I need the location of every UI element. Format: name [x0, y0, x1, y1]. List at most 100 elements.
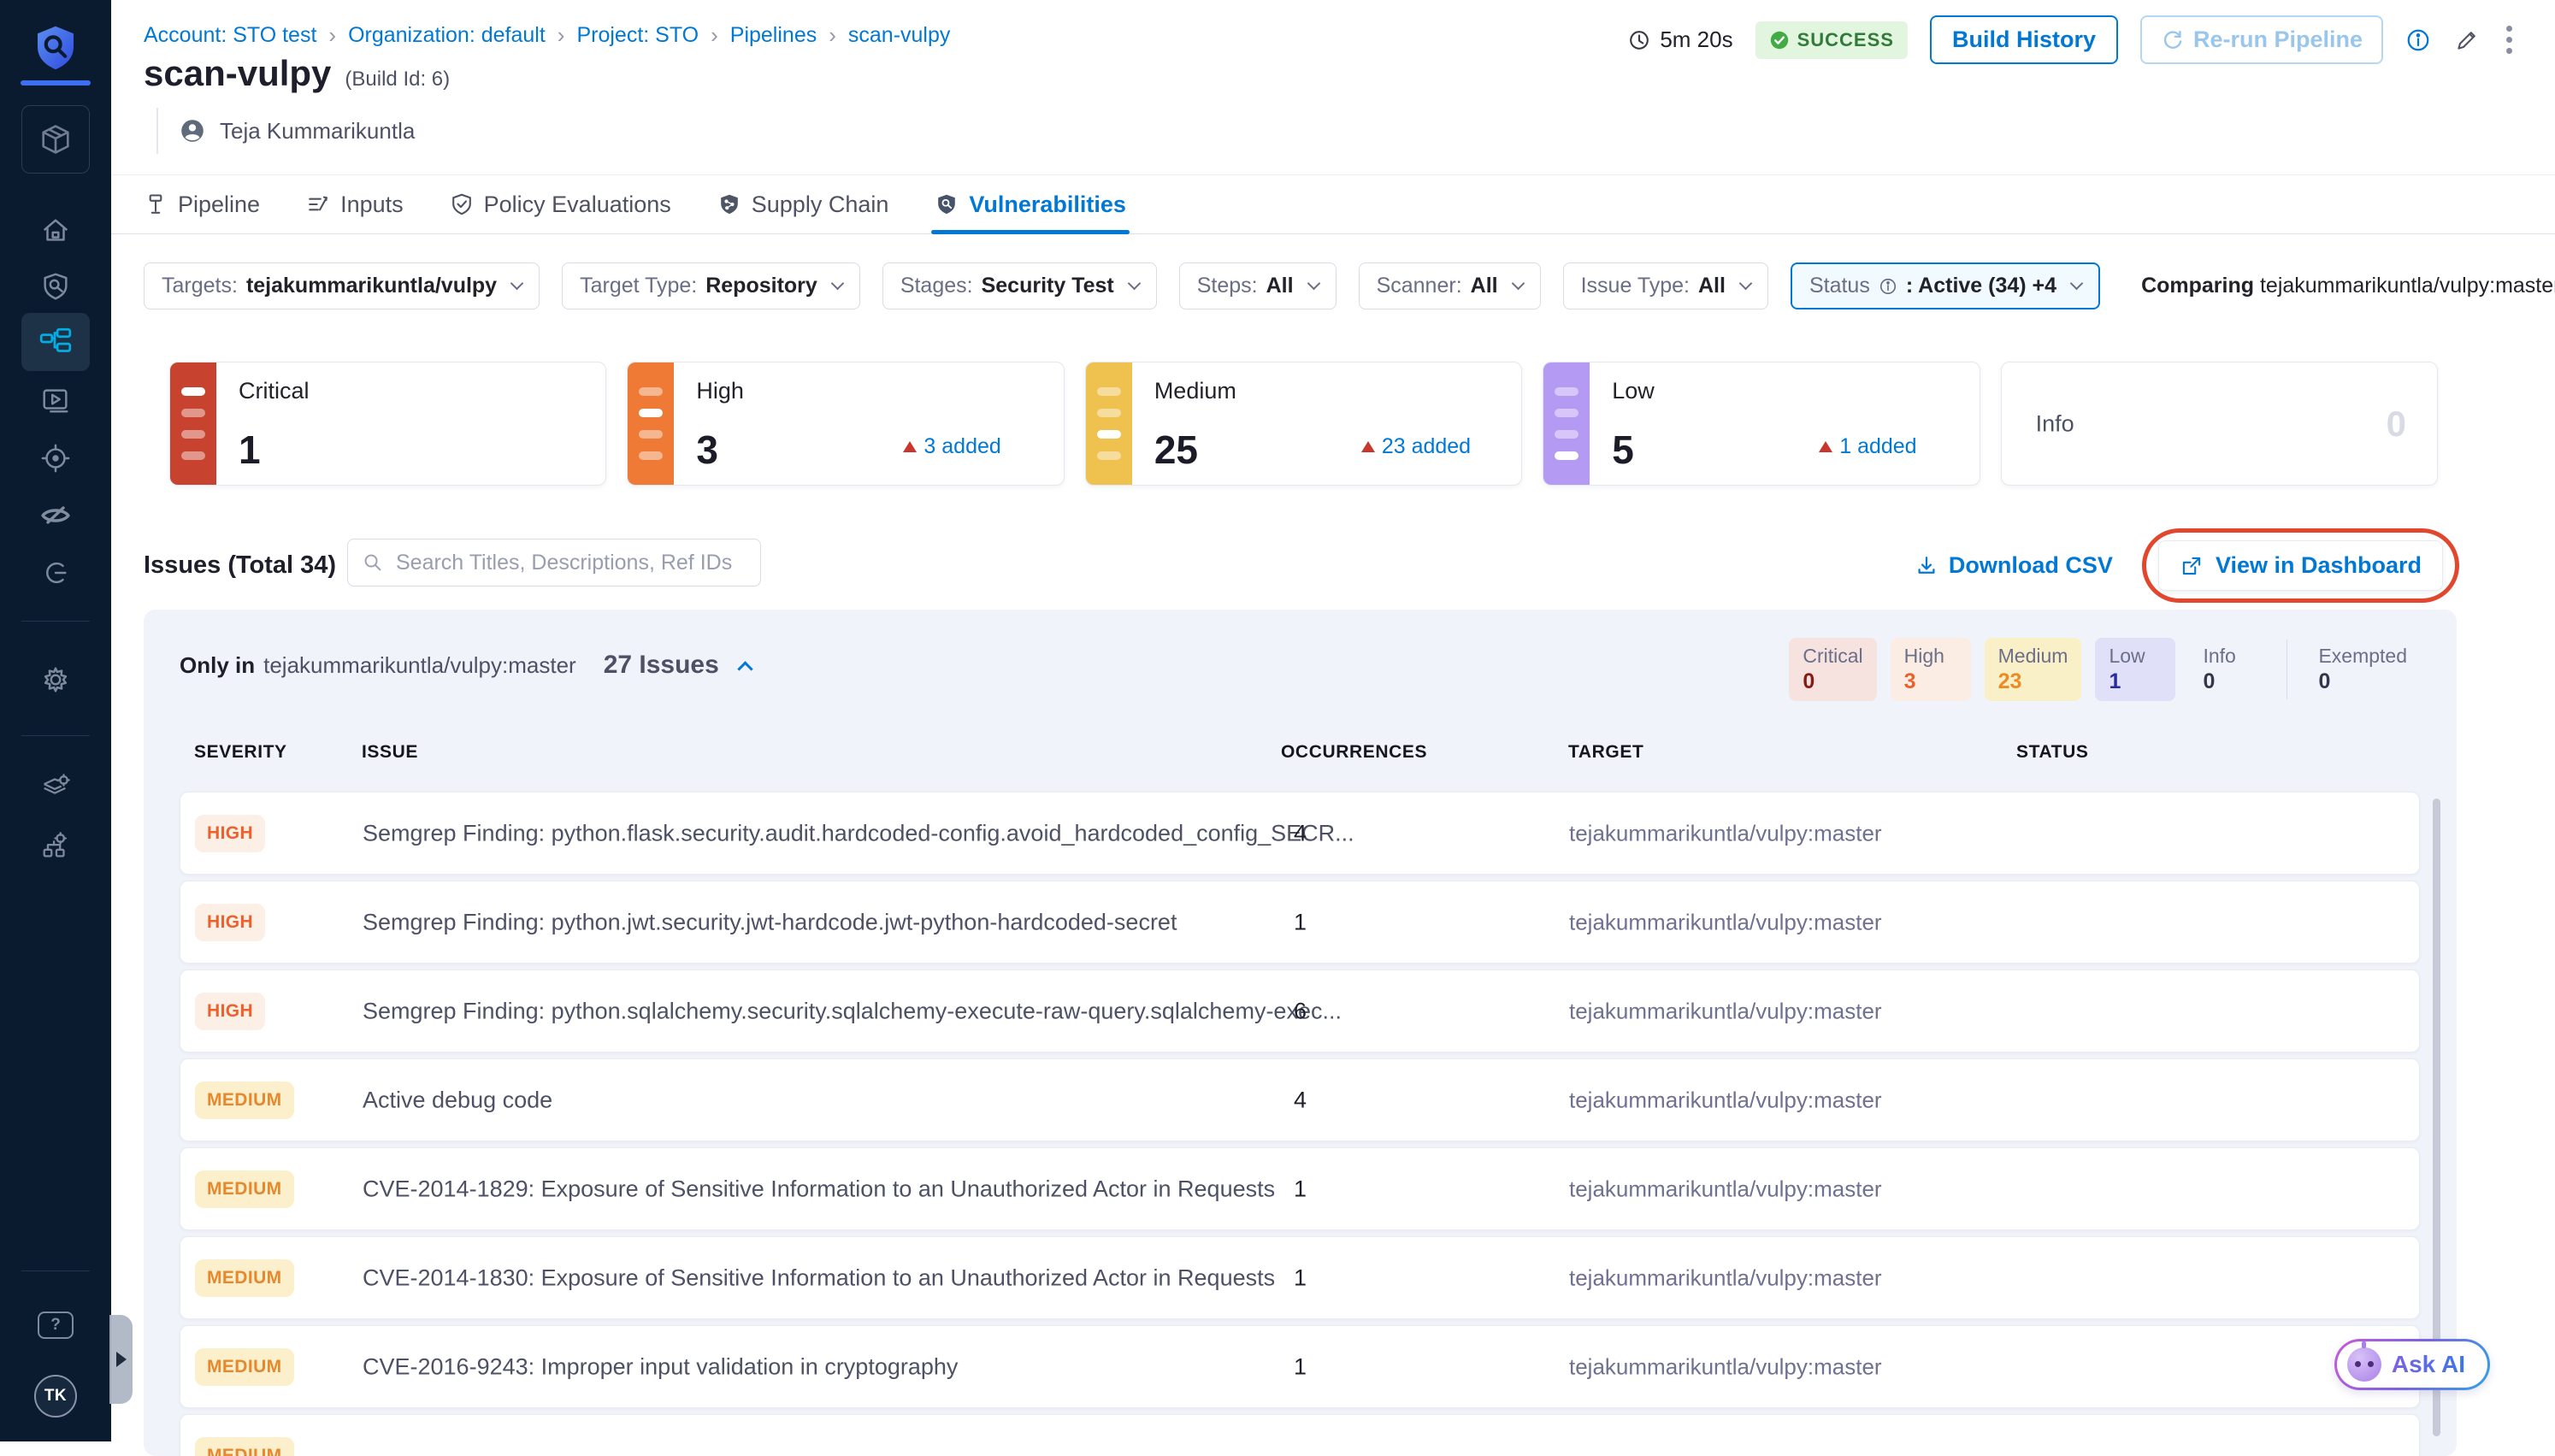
issues-total-heading: Issues (Total 34) — [144, 551, 336, 580]
added-indicator: 3 added — [903, 434, 1000, 459]
build-duration: 5m 20s — [1627, 27, 1732, 53]
issue-title: Semgrep Finding: python.flask.security.a… — [363, 820, 1354, 846]
table-row[interactable]: HIGH Semgrep Finding: python.sqlalchemy.… — [180, 970, 2420, 1052]
gear-icon — [39, 663, 72, 696]
card-low[interactable]: Low 5 1 added — [1543, 362, 1980, 486]
sidebar-item-org-settings[interactable] — [0, 828, 111, 865]
help-button[interactable]: ? — [38, 1312, 74, 1339]
tab-pipeline[interactable]: Pipeline — [144, 175, 260, 233]
sidebar: ? TK — [0, 0, 111, 1441]
build-history-button[interactable]: Build History — [1930, 15, 2118, 64]
breadcrumb-project[interactable]: Project: STO — [576, 23, 699, 48]
sidebar-item-settings[interactable] — [0, 661, 111, 699]
table-row[interactable]: MEDIUM CVE-2016-9243: Improper input val… — [180, 1325, 2420, 1408]
tab-supply-chain[interactable]: Supply Chain — [717, 175, 889, 233]
card-medium[interactable]: Medium 25 23 added — [1085, 362, 1522, 486]
sto-logo[interactable] — [0, 24, 111, 72]
annotation-red-oval: View in Dashboard — [2142, 528, 2459, 603]
sidebar-item-overview[interactable] — [0, 268, 111, 305]
table-row[interactable]: MEDIUM — [180, 1414, 2420, 1456]
table-row[interactable]: MEDIUM CVE-2014-1830: Exposure of Sensit… — [180, 1236, 2420, 1319]
table-row[interactable]: HIGH Semgrep Finding: python.flask.secur… — [180, 792, 2420, 875]
triangle-up-icon — [1819, 441, 1832, 452]
chip-low: Low1 — [2095, 638, 2175, 701]
card-critical[interactable]: Critical 1 — [169, 362, 606, 486]
more-options-icon[interactable] — [2503, 22, 2516, 57]
filter-status[interactable]: Status : Active (34) +4 — [1791, 262, 2100, 309]
table-row[interactable]: HIGH Semgrep Finding: python.jwt.securit… — [180, 881, 2420, 964]
sidebar-divider — [21, 621, 90, 622]
help-question-icon: ? — [50, 1316, 61, 1335]
info-icon[interactable] — [2405, 27, 2431, 53]
chevron-up-icon[interactable] — [737, 661, 752, 676]
ai-robot-icon — [2347, 1347, 2381, 1382]
breadcrumb: Account: STO test› Organization: default… — [144, 22, 950, 49]
pipeline-tab-icon — [144, 192, 168, 216]
target: tejakummarikuntla/vulpy:master — [1569, 909, 1882, 935]
table-row[interactable]: MEDIUM CVE-2014-1829: Exposure of Sensit… — [180, 1147, 2420, 1230]
filter-steps[interactable]: Steps:All — [1179, 262, 1337, 309]
rerun-pipeline-button[interactable]: Re-run Pipeline — [2140, 15, 2383, 64]
breadcrumb-current[interactable]: scan-vulpy — [848, 23, 951, 48]
sidebar-item-test-targets[interactable] — [0, 439, 111, 477]
chevron-down-icon — [1739, 277, 1753, 291]
target: tejakummarikuntla/vulpy:master — [1569, 1353, 1882, 1380]
card-high[interactable]: High 3 3 added — [627, 362, 1064, 486]
download-csv-button[interactable]: Download CSV — [1915, 552, 2113, 579]
severity-badge: MEDIUM — [195, 1082, 294, 1119]
occurrences: 6 — [1294, 998, 1307, 1024]
card-info[interactable]: Info 0 — [2001, 362, 2438, 486]
chevron-down-icon — [1127, 277, 1141, 291]
sidebar-item-executions[interactable] — [0, 381, 111, 419]
user-avatar[interactable]: TK — [34, 1375, 77, 1418]
target: tejakummarikuntla/vulpy:master — [1569, 1176, 1882, 1202]
filter-targets[interactable]: Targets:tejakummarikuntla/vulpy — [144, 262, 540, 309]
tab-policy-evaluations[interactable]: Policy Evaluations — [450, 175, 671, 233]
filter-target-type[interactable]: Target Type:Repository — [562, 262, 860, 309]
tab-vulnerabilities[interactable]: Vulnerabilities — [935, 175, 1126, 233]
sidebar-item-getting-started[interactable] — [0, 554, 111, 592]
breadcrumb-pipelines[interactable]: Pipelines — [730, 23, 817, 48]
occurrences: 4 — [1294, 1087, 1307, 1113]
breadcrumb-org[interactable]: Organization: default — [348, 23, 546, 48]
occurrences: 1 — [1294, 1176, 1307, 1202]
target: tejakummarikuntla/vulpy:master — [1569, 1264, 1882, 1291]
breadcrumb-account[interactable]: Account: STO test — [144, 23, 316, 48]
chevron-right-icon — [116, 1352, 127, 1367]
sidebar-expand-handle[interactable] — [109, 1315, 133, 1404]
view-in-dashboard-button[interactable]: View in Dashboard — [2158, 540, 2443, 591]
chip-medium: Medium23 — [1985, 638, 2082, 701]
page-title: scan-vulpy — [144, 53, 331, 94]
edit-pencil-icon[interactable] — [2453, 27, 2481, 54]
page-title-row: scan-vulpy (Build Id: 6) — [144, 53, 450, 94]
filter-scanner[interactable]: Scanner:All — [1359, 262, 1541, 309]
module-selector-button[interactable] — [21, 105, 90, 174]
check-circle-icon — [1769, 30, 1790, 50]
issue-title: CVE-2016-9243: Improper input validation… — [363, 1353, 958, 1380]
sidebar-item-home[interactable] — [0, 212, 111, 250]
added-indicator: 23 added — [1361, 434, 1471, 459]
shield-check-icon — [450, 192, 474, 216]
table-row[interactable]: MEDIUM Active debug code 4 tejakummariku… — [180, 1058, 2420, 1141]
target: tejakummarikuntla/vulpy:master — [1569, 998, 1882, 1024]
target: tejakummarikuntla/vulpy:master — [1569, 820, 1882, 846]
sidebar-item-default-settings[interactable] — [0, 768, 111, 805]
search-input[interactable] — [394, 550, 746, 576]
issue-title: Semgrep Finding: python.sqlalchemy.secur… — [363, 998, 1342, 1024]
severity-badge: HIGH — [195, 904, 265, 941]
severity-badge: HIGH — [195, 993, 265, 1030]
issues-panel: Only in tejakummarikuntla/vulpy:master 2… — [144, 610, 2457, 1456]
occurrences: 1 — [1294, 1353, 1307, 1380]
ask-ai-button[interactable]: Ask AI — [2334, 1339, 2490, 1390]
issues-search[interactable] — [347, 539, 761, 587]
issue-title: CVE-2014-1829: Exposure of Sensitive Inf… — [363, 1176, 1275, 1202]
chevron-down-icon — [831, 277, 845, 291]
issue-group-header[interactable]: Only in tejakummarikuntla/vulpy:master 2… — [180, 651, 751, 680]
sidebar-item-exemptions[interactable] — [0, 497, 111, 534]
filter-stages[interactable]: Stages:Security Test — [882, 262, 1157, 309]
external-link-icon — [2180, 554, 2204, 578]
sidebar-item-pipelines[interactable] — [21, 313, 90, 371]
issue-title: Semgrep Finding: python.jwt.security.jwt… — [363, 909, 1177, 935]
filter-issue-type[interactable]: Issue Type:All — [1563, 262, 1768, 309]
tab-inputs[interactable]: Inputs — [306, 175, 404, 233]
